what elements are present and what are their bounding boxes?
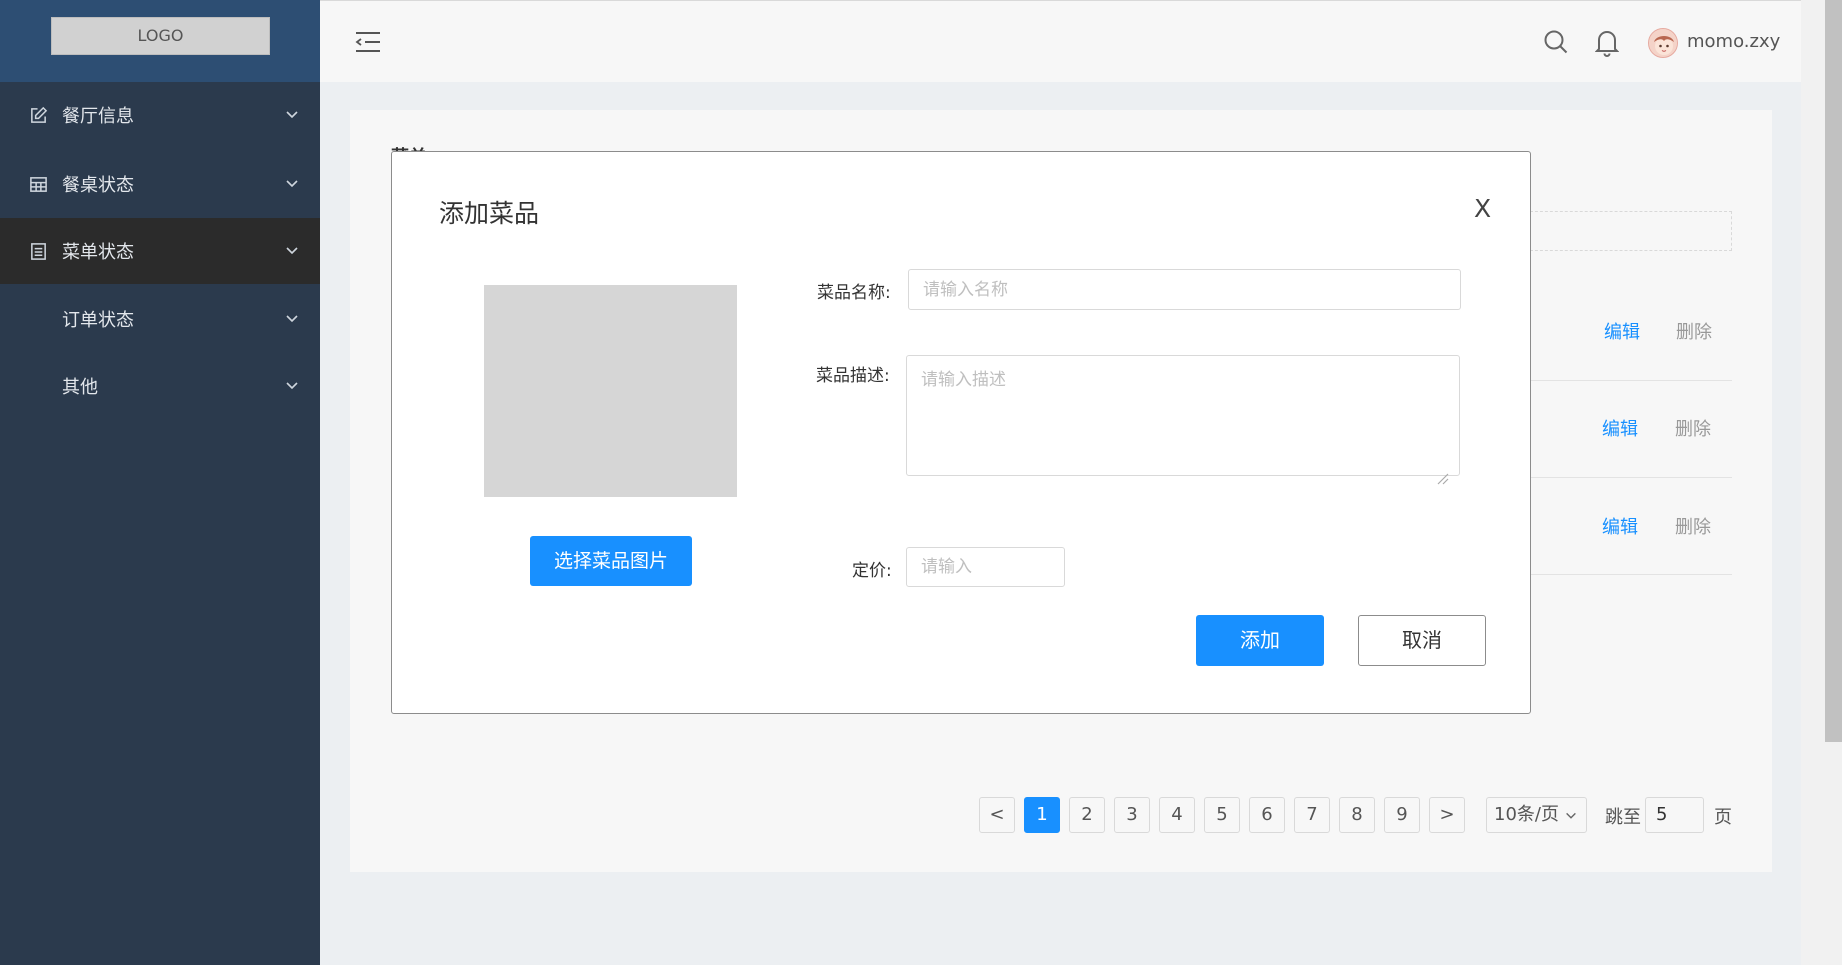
pagination-page-3[interactable]: 3 (1114, 797, 1150, 833)
dish-name-input[interactable] (908, 269, 1461, 310)
close-icon[interactable]: X (1474, 194, 1491, 223)
sidebar-item-restaurant-info[interactable]: 餐厅信息 (0, 82, 320, 148)
bell-icon[interactable] (1595, 29, 1619, 57)
chevron-down-icon (286, 382, 298, 390)
chevron-down-icon (286, 315, 298, 323)
sidebar-item-label: 订单状态 (62, 310, 134, 331)
edit-icon (31, 106, 48, 123)
row-delete-link[interactable]: 删除 (1675, 513, 1711, 539)
jump-page-input[interactable]: 5 (1645, 797, 1704, 833)
resize-grip-icon[interactable] (1435, 471, 1449, 485)
choose-image-button[interactable]: 选择菜品图片 (530, 536, 692, 586)
pagination-page-9[interactable]: 9 (1384, 797, 1420, 833)
logo-area: LOGO (0, 0, 320, 82)
username[interactable]: momo.zxy (1687, 31, 1780, 52)
list-icon (31, 243, 46, 260)
chevron-down-icon (286, 247, 298, 255)
row-divider (1530, 574, 1732, 575)
add-dish-modal: 添加菜品 X 选择菜品图片 菜品名称: 菜品描述: 定价: 添加 取消 (391, 151, 1531, 714)
chevron-down-icon (286, 111, 298, 119)
page-size-select[interactable]: 10条/页 (1486, 797, 1587, 833)
dish-desc-textarea[interactable] (906, 355, 1460, 476)
upload-dropzone (1520, 211, 1732, 251)
pagination-page-2[interactable]: 2 (1069, 797, 1105, 833)
chevron-down-icon (286, 180, 298, 188)
sidebar-item-order-status[interactable]: 订单状态 (0, 286, 320, 352)
sidebar-item-label: 餐厅信息 (62, 106, 134, 127)
row-divider (1530, 380, 1732, 381)
pagination-page-5[interactable]: 5 (1204, 797, 1240, 833)
row-edit-link[interactable]: 编辑 (1604, 318, 1640, 344)
chevron-down-icon (1566, 812, 1576, 819)
sidebar-item-label: 其他 (62, 377, 98, 398)
pagination-page-4[interactable]: 4 (1159, 797, 1195, 833)
avatar-image (1649, 29, 1677, 57)
dish-image-preview (484, 285, 737, 497)
row-edit-link[interactable]: 编辑 (1602, 415, 1638, 441)
dish-name-label: 菜品名称: (817, 283, 891, 303)
page-suffix: 页 (1714, 807, 1732, 828)
pagination-page-7[interactable]: 7 (1294, 797, 1330, 833)
avatar[interactable] (1648, 28, 1678, 58)
scrollbar-thumb[interactable] (1825, 0, 1842, 742)
row-delete-link[interactable]: 删除 (1676, 318, 1712, 344)
pagination-next[interactable]: > (1429, 797, 1465, 833)
sidebar-item-table-status[interactable]: 餐桌状态 (0, 151, 320, 217)
sidebar-item-label: 菜单状态 (62, 242, 134, 263)
pagination-page-6[interactable]: 6 (1249, 797, 1285, 833)
sidebar: LOGO 餐厅信息 餐桌状态 菜单状态 订单状态 其他 (0, 0, 320, 965)
menu-fold-icon[interactable] (355, 31, 381, 53)
row-edit-link[interactable]: 编辑 (1602, 513, 1638, 539)
pagination-page-1[interactable]: 1 (1024, 797, 1060, 833)
logo: LOGO (51, 17, 270, 55)
page-size-value: 10条/页 (1494, 804, 1559, 825)
pagination-prev[interactable]: < (979, 797, 1015, 833)
sidebar-item-label: 餐桌状态 (62, 175, 134, 196)
top-header: momo.zxy (320, 0, 1801, 82)
dish-desc-label: 菜品描述: (816, 366, 890, 386)
row-divider (1530, 477, 1732, 478)
search-icon[interactable] (1543, 29, 1569, 55)
add-button[interactable]: 添加 (1196, 615, 1324, 666)
sidebar-item-other[interactable]: 其他 (0, 353, 320, 419)
modal-title: 添加菜品 (439, 199, 540, 228)
pagination-page-8[interactable]: 8 (1339, 797, 1375, 833)
jump-label: 跳至 (1605, 807, 1641, 828)
row-delete-link[interactable]: 删除 (1675, 415, 1711, 441)
sidebar-item-menu-status[interactable]: 菜单状态 (0, 218, 320, 284)
table-icon (30, 177, 47, 192)
price-label: 定价: (852, 561, 892, 581)
cancel-button[interactable]: 取消 (1358, 615, 1486, 666)
price-input[interactable] (906, 547, 1065, 587)
